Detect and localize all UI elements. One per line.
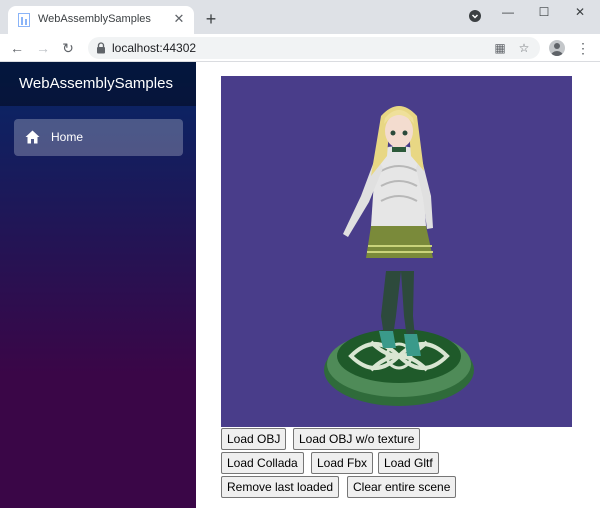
- reload-icon[interactable]: ↻: [58, 38, 78, 58]
- url-text: localhost:44302: [112, 41, 197, 55]
- sidebar-item-label: Home: [51, 130, 84, 144]
- browser-toolbar: ← → ↻ localhost:44302 ▦ ☆ ⋮: [0, 34, 600, 62]
- profile-avatar-icon[interactable]: [549, 40, 565, 56]
- forward-icon[interactable]: →: [33, 38, 53, 58]
- browser-tabstrip: WebAssemblySamples ✕ + — ☐ ✕: [0, 0, 600, 34]
- new-tab-icon[interactable]: +: [201, 9, 221, 29]
- sidebar: WebAssemblySamples Home: [0, 62, 196, 508]
- load-obj-button[interactable]: Load OBJ: [221, 428, 287, 450]
- load-obj-no-texture-button[interactable]: Load OBJ w/o texture: [293, 428, 421, 450]
- tab-search-icon[interactable]: [464, 3, 486, 22]
- load-collada-button[interactable]: Load Collada: [221, 452, 304, 474]
- sidebar-item-home[interactable]: Home: [14, 119, 183, 156]
- load-fbx-button[interactable]: Load Fbx: [311, 452, 374, 474]
- tab-title: WebAssemblySamples: [38, 13, 151, 25]
- browser-tab[interactable]: WebAssemblySamples ✕: [8, 6, 194, 34]
- home-icon: [25, 130, 40, 144]
- address-bar[interactable]: localhost:44302 ▦ ☆: [88, 37, 540, 59]
- minimize-icon[interactable]: —: [497, 3, 519, 21]
- bookmark-star-icon[interactable]: ☆: [516, 40, 532, 56]
- maximize-icon[interactable]: ☐: [533, 3, 555, 21]
- close-window-icon[interactable]: ✕: [569, 3, 591, 21]
- back-icon[interactable]: ←: [7, 38, 27, 58]
- clear-scene-button[interactable]: Clear entire scene: [347, 476, 457, 498]
- rendered-3d-model: [324, 106, 474, 406]
- app-brand[interactable]: WebAssemblySamples: [19, 75, 173, 92]
- lock-icon: [97, 42, 105, 54]
- remove-last-loaded-button[interactable]: Remove last loaded: [221, 476, 340, 498]
- page-icon: [18, 13, 30, 27]
- qr-code-icon[interactable]: ▦: [492, 40, 508, 56]
- main-content: Load OBJ Load OBJ w/o texture Load Colla…: [196, 62, 600, 508]
- load-gltf-button[interactable]: Load Gltf: [378, 452, 439, 474]
- browser-menu-icon[interactable]: ⋮: [576, 38, 590, 58]
- top-bar: WebAssemblySamples: [0, 62, 196, 106]
- render-canvas[interactable]: [221, 76, 572, 427]
- close-tab-icon[interactable]: ✕: [172, 12, 186, 26]
